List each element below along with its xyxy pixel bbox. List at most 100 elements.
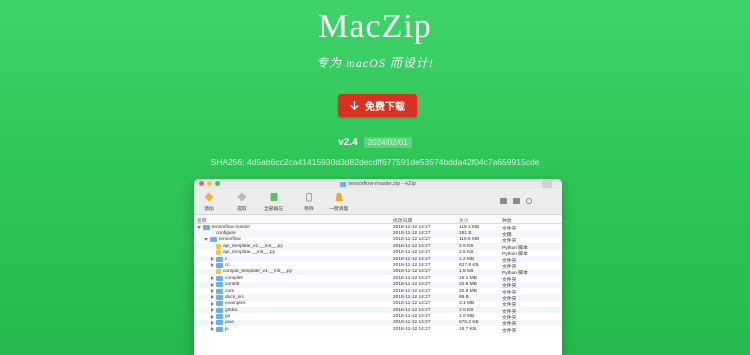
file-name: examples <box>225 301 246 307</box>
search-icon[interactable] <box>526 198 532 204</box>
disclosure-closed-icon[interactable] <box>211 289 214 293</box>
image-view-icon[interactable] <box>500 198 507 204</box>
disclosure-closed-icon[interactable] <box>211 276 214 281</box>
toolbar-extract-all-label: 全部解压 <box>264 207 284 212</box>
file-modified: 2018-11-12 14:27 <box>393 275 431 281</box>
archive-file-icon <box>340 181 347 187</box>
file-modified: 2018-11-12 14:27 <box>393 314 431 320</box>
toolbar-remove-button[interactable]: 移除 <box>304 192 314 212</box>
app-title: MacZip <box>318 8 432 45</box>
file-name: docs_src <box>225 294 245 300</box>
file-modified: 2018-11-12 14:27 <box>393 256 431 262</box>
file-name: compat_template_v1.__init__.py <box>223 269 293 275</box>
file-name: compiler <box>225 275 244 281</box>
file-name-cell: js <box>211 326 229 332</box>
file-name-cell: examples <box>211 301 246 307</box>
download-button[interactable]: 免费下载 <box>338 94 417 117</box>
minimize-window-icon[interactable] <box>207 181 212 186</box>
disclosure-open-icon[interactable] <box>197 225 201 229</box>
folder-icon <box>210 237 217 243</box>
file-size: 85 B <box>459 294 469 300</box>
disclosure-closed-icon[interactable] <box>211 257 214 262</box>
download-arrow-icon <box>350 100 359 111</box>
file-name-cell: docs_src <box>211 294 245 300</box>
file-size: 32.9 MB <box>459 288 477 294</box>
version-row: v2.4 2024/02/01 <box>0 137 750 148</box>
toolbar-extract-button[interactable]: 提取 <box>237 192 247 212</box>
disclosure-closed-icon[interactable] <box>211 301 214 306</box>
window-title-text: tensorflow-master.zip - eZip <box>348 181 416 187</box>
toolbar-remove-label: 移除 <box>304 207 314 212</box>
toolbar-cleanup-button[interactable]: 一键清理 <box>329 192 348 212</box>
zoom-window-icon[interactable] <box>215 181 220 186</box>
file-size: 2.5 KB <box>459 250 474 256</box>
file-size: 116.6 MB <box>459 237 480 243</box>
file-name-cell: contrib <box>211 282 240 288</box>
file-size: 15.7 KB <box>459 326 477 332</box>
file-size: 118.1 MB <box>459 224 480 230</box>
column-modified[interactable]: 修改日期 <box>393 217 412 224</box>
file-modified: 2018-11-12 14:27 <box>393 326 431 332</box>
file-modified: 2018-11-12 14:27 <box>393 282 431 288</box>
disclosure-closed-icon[interactable] <box>211 314 214 319</box>
file-name: configure <box>216 230 236 236</box>
file-modified: 2018-11-12 14:27 <box>393 237 431 243</box>
file-name: tensorflow-master <box>212 224 251 230</box>
column-name[interactable]: 名称 <box>197 217 207 224</box>
add-diamond-icon <box>204 192 214 202</box>
file-name: api_template.__init__.py <box>223 250 276 256</box>
disclosure-closed-icon[interactable] <box>211 327 214 332</box>
file-name-cell: compat_template_v1.__init__.py <box>211 269 293 275</box>
window-titlebar: tensorflow-master.zip - eZip <box>194 179 562 189</box>
file-modified: 2018-11-12 14:27 <box>393 307 431 313</box>
folder-icon <box>216 256 223 262</box>
file-size: 2.9 KB <box>459 243 474 249</box>
disclosure-closed-icon[interactable] <box>211 263 214 268</box>
release-date-badge: 2024/02/01 <box>363 137 412 148</box>
column-size[interactable]: 大小 <box>459 217 469 224</box>
extract-all-icon <box>269 192 279 202</box>
file-size: 1.9 MB <box>459 314 475 320</box>
file-name: js <box>225 326 229 332</box>
cleanup-icon <box>334 192 344 202</box>
window-toolbar: 添加 提取 全部解压 移除 一键清理 <box>194 189 562 215</box>
close-window-icon[interactable] <box>199 181 204 186</box>
column-kind[interactable]: 种类 <box>502 217 512 224</box>
file-modified: 2018-11-12 14:27 <box>393 294 431 300</box>
toolbar-extract-all-button[interactable]: 全部解压 <box>264 192 283 212</box>
file-name-cell: api_template.__init__.py <box>211 250 276 256</box>
file-size: 1.2 MB <box>459 256 475 262</box>
folder-icon <box>216 307 223 313</box>
folder-icon <box>216 320 223 326</box>
disclosure-closed-icon[interactable] <box>211 320 214 325</box>
disclosure-closed-icon[interactable] <box>211 282 214 287</box>
python-file-icon <box>216 250 221 256</box>
file-size: 627.9 KB <box>459 262 479 268</box>
toolbar-view-controls <box>500 198 532 204</box>
file-size: 1.5 KB <box>459 269 474 275</box>
file-name: cc <box>225 262 230 268</box>
toolbar-cleanup-label: 一键清理 <box>329 207 349 212</box>
window-title: tensorflow-master.zip - eZip <box>340 181 416 187</box>
file-modified: 2018-11-12 14:27 <box>393 262 431 268</box>
toolbar-extract-label: 提取 <box>237 207 247 212</box>
file-name: go <box>225 314 231 320</box>
file-name-cell: compiler <box>211 275 244 281</box>
file-name: core <box>225 288 235 294</box>
folder-icon <box>216 275 223 281</box>
file-name: g3doc <box>225 307 239 313</box>
file-name: contrib <box>225 282 240 288</box>
toolbar-add-button[interactable]: 添加 <box>204 192 214 212</box>
sidebar-toggle-icon[interactable] <box>542 180 552 188</box>
info-view-icon[interactable] <box>513 198 520 204</box>
file-modified: 2018-11-12 14:27 <box>393 224 431 230</box>
file-list: tensorflow-master 2018-11-12 14:27 118.1 M… <box>194 224 562 334</box>
file-size: 2.0 KB <box>459 307 474 313</box>
folder-icon <box>216 326 223 332</box>
disclosure-closed-icon[interactable] <box>211 308 214 313</box>
file-modified: 2018-11-12 14:27 <box>393 243 431 249</box>
file-row[interactable]: js 2018-11-12 14:27 15.7 KB 文件夹 <box>194 326 562 334</box>
disclosure-closed-icon[interactable] <box>211 295 214 300</box>
folder-icon <box>216 282 223 288</box>
disclosure-open-icon[interactable] <box>204 238 208 242</box>
